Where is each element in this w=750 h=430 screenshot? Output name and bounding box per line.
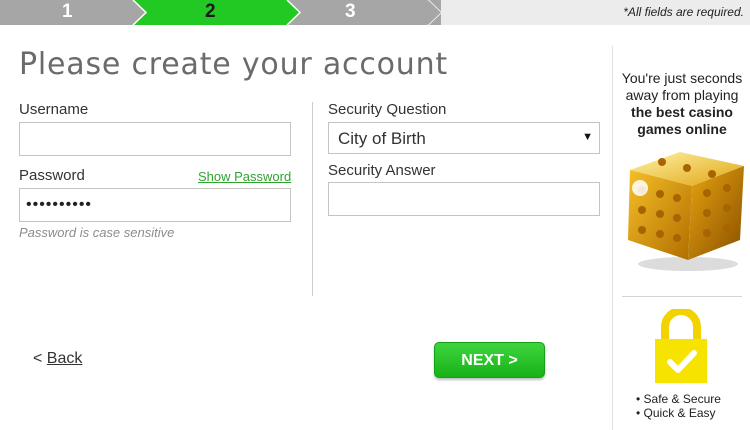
progress-bar: 1 2 3 *All fields are required. (0, 0, 750, 25)
step-3: 3 (345, 1, 356, 22)
security-question-select[interactable]: City of Birth ▼ (328, 122, 600, 154)
security-answer-label: Security Answer (328, 162, 436, 179)
username-label: Username (19, 101, 89, 118)
promo-bold-1: the best casino (631, 104, 733, 120)
step-1: 1 (62, 1, 73, 22)
back-link[interactable]: < Back (33, 350, 82, 368)
next-button[interactable]: NEXT > (434, 342, 545, 378)
promo-line-2: away from playing (625, 87, 739, 103)
required-note: *All fields are required. (623, 5, 744, 19)
sidebar-separator (612, 46, 613, 430)
password-input[interactable]: •••••••••• (19, 188, 291, 222)
security-question-label: Security Question (328, 101, 447, 118)
feature-item: • Safe & Secure (636, 392, 721, 406)
sidebar-promo: You're just seconds away from playing th… (614, 70, 750, 138)
password-label: Password (19, 167, 85, 184)
password-masked-value: •••••••••• (26, 196, 93, 213)
feature-list: • Safe & Secure • Quick & Easy (636, 392, 721, 420)
step-2-active: 2 (205, 1, 216, 22)
promo-bold-2: games online (637, 121, 727, 137)
password-hint: Password is case sensitive (19, 225, 175, 240)
column-divider (312, 102, 313, 296)
dropdown-arrow-icon: ▼ (582, 131, 593, 143)
back-prefix: < (33, 350, 47, 367)
security-answer-input[interactable] (328, 182, 600, 216)
promo-line-1: You're just seconds (621, 70, 743, 86)
gold-dice-icon (628, 152, 744, 271)
back-label: Back (46, 350, 83, 367)
username-input[interactable] (19, 122, 291, 156)
security-question-value: City of Birth (338, 129, 426, 148)
padlock-check-icon (655, 309, 707, 383)
sidebar-divider (622, 296, 742, 297)
show-password-link[interactable]: Show Password (198, 169, 291, 184)
page-title: Please create your account (19, 47, 448, 82)
feature-item: • Quick & Easy (636, 406, 716, 420)
